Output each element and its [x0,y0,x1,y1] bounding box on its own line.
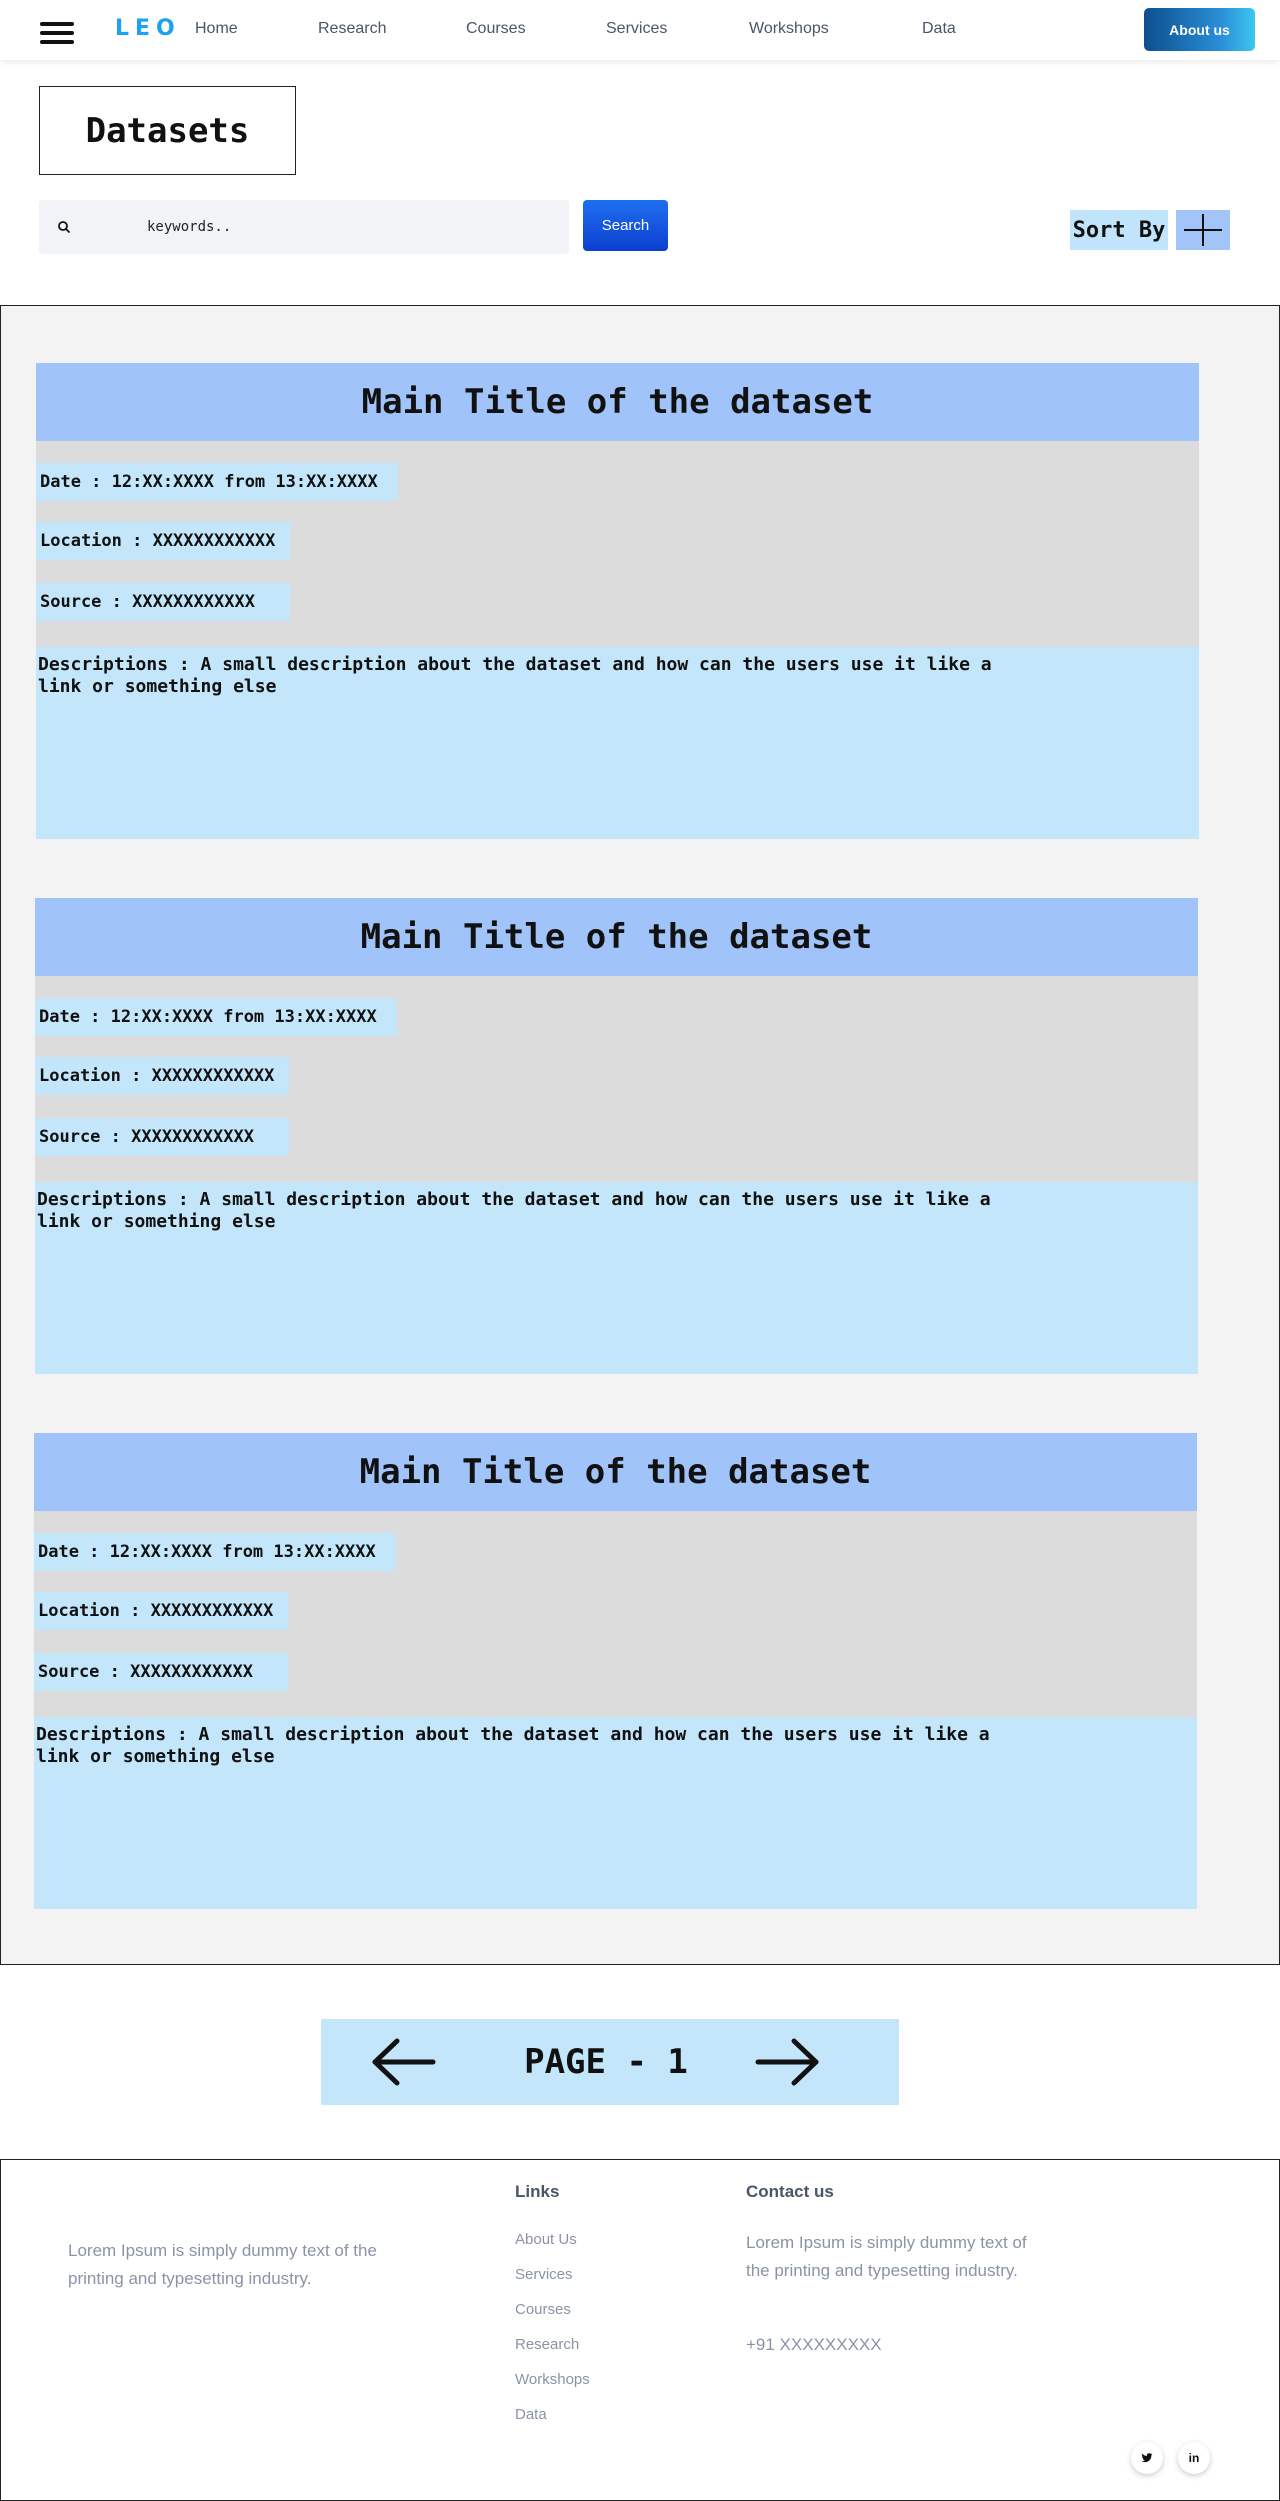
footer-links-title: Links [515,2182,560,2201]
footer-link-data[interactable]: Data [515,2406,547,2423]
dataset-date: Date : 12:XX:XXXX from 13:XX:XXXX [34,1533,396,1571]
dataset-description: Descriptions : A small description about… [35,1182,1198,1374]
sort-toggle-plus-icon[interactable] [1176,210,1230,250]
datasets-panel: Main Title of the dataset Date : 12:XX:X… [0,305,1280,1965]
search-icon [58,221,71,234]
dataset-date: Date : 12:XX:XXXX from 13:XX:XXXX [36,463,398,501]
page-title: Datasets [85,110,250,151]
footer-about-text: Lorem Ipsum is simply dummy text of the … [68,2241,377,2288]
dataset-card[interactable]: Main Title of the dataset Date : 12:XX:X… [34,1433,1197,1909]
linkedin-icon[interactable]: in [1178,2442,1210,2474]
nav-link-data[interactable]: Data [922,20,956,38]
footer-link-courses[interactable]: Courses [515,2301,571,2318]
dataset-title[interactable]: Main Title of the dataset [35,898,1198,976]
search-input[interactable] [147,210,547,244]
dataset-meta: Date : 12:XX:XXXX from 13:XX:XXXX Locati… [34,1511,1197,1717]
about-us-button[interactable]: About us [1144,8,1255,51]
dataset-source: Source : XXXXXXXXXXXX [36,583,290,621]
dataset-location: Location : XXXXXXXXXXXX [34,1592,288,1630]
dataset-title[interactable]: Main Title of the dataset [36,363,1199,441]
footer-contact-title: Contact us [746,2182,834,2201]
arrow-left-icon[interactable] [371,2037,437,2087]
footer-phone: +91 XXXXXXXXX [746,2335,882,2354]
sort-by-label: Sort By [1070,210,1168,250]
dataset-description: Descriptions : A small description about… [34,1717,1197,1909]
footer-link-about-us[interactable]: About Us [515,2231,577,2248]
footer-contact-text: Lorem Ipsum is simply dummy text of the … [746,2233,1027,2280]
dataset-meta: Date : 12:XX:XXXX from 13:XX:XXXX Locati… [36,441,1199,647]
dataset-meta: Date : 12:XX:XXXX from 13:XX:XXXX Locati… [35,976,1198,1182]
dataset-source: Source : XXXXXXXXXXXX [35,1118,289,1156]
arrow-right-icon[interactable] [754,2037,820,2087]
search-button[interactable]: Search [583,200,668,251]
nav-link-research[interactable]: Research [318,20,386,38]
footer-link-research[interactable]: Research [515,2336,579,2353]
dataset-title[interactable]: Main Title of the dataset [34,1433,1197,1511]
top-navbar: LEO Home Research Courses Services Works… [0,0,1280,60]
dataset-source: Source : XXXXXXXXXXXX [34,1653,288,1691]
hamburger-menu-icon[interactable] [40,22,74,46]
nav-link-services[interactable]: Services [606,20,667,38]
nav-link-workshops[interactable]: Workshops [749,20,829,38]
dataset-date: Date : 12:XX:XXXX from 13:XX:XXXX [35,998,397,1036]
page-title-box: Datasets [39,86,296,175]
footer-link-workshops[interactable]: Workshops [515,2371,590,2388]
site-logo[interactable]: LEO [115,16,181,41]
dataset-card[interactable]: Main Title of the dataset Date : 12:XX:X… [35,898,1198,1374]
nav-link-courses[interactable]: Courses [466,20,526,38]
pagination: PAGE - 1 [321,2019,899,2105]
search-bar [39,200,569,254]
dataset-description: Descriptions : A small description about… [36,647,1199,839]
dataset-card[interactable]: Main Title of the dataset Date : 12:XX:X… [36,363,1199,839]
dataset-location: Location : XXXXXXXXXXXX [36,522,290,560]
footer: Lorem Ipsum is simply dummy text of the … [0,2159,1280,2501]
dataset-location: Location : XXXXXXXXXXXX [35,1057,289,1095]
page-indicator: PAGE - 1 [524,2042,688,2082]
twitter-icon[interactable] [1131,2442,1163,2474]
nav-link-home[interactable]: Home [195,20,238,38]
footer-link-services[interactable]: Services [515,2266,573,2283]
